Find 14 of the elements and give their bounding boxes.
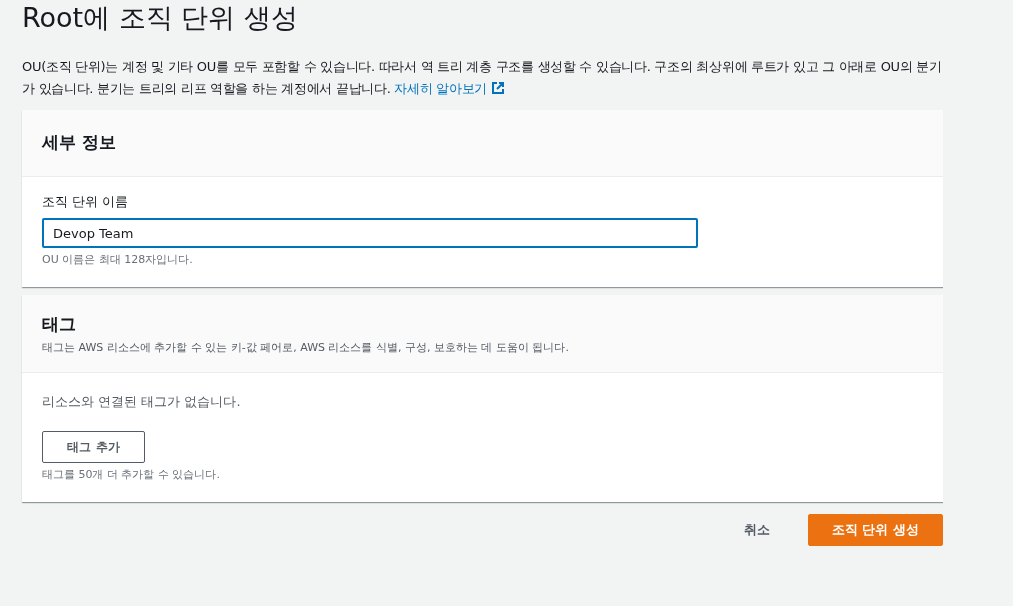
cancel-button[interactable]: 취소 (736, 521, 778, 539)
field-hint: OU 이름은 최대 128자입니다. (42, 252, 194, 267)
external-link-icon (490, 81, 505, 95)
empty-tags-text: 리소스와 연결된 태그가 없습니다. (42, 393, 242, 411)
name-input-field[interactable]: Devop Team (42, 218, 698, 248)
field-label: 조직 단위 이름 (42, 193, 130, 211)
panel-subtitle: 태그는 AWS 리소스에 추가할 수 있는 키-값 페어로, AWS 리소스를 식별, 구성, 보호하는 데 도움이 됩니다. (42, 340, 570, 355)
learn-more-link[interactable]: 자세히 알아보기 (394, 81, 505, 96)
tags-hint: 태그를 50개 더 추가할 수 있습니다. (42, 467, 221, 482)
description-text: OU(조직 단위)는 계정 및 기타 OU를 모두 포함할 수 있습니다. 따라서 역 트리 계층 구조를 생성할 수 있습니다. 구조의 최상위에 루트가 있고 그 아래로 OU의 분기가 있습니다. 분기는 트리의 리프 역할을 하는 계정에서 끝납니다. 자세히 알아보기 (22, 58, 943, 98)
panel-title: 세부 정보 (42, 131, 116, 154)
panel-title: 태그 (42, 313, 77, 336)
page-title: Root에 조직 단위 생성 (22, 1, 299, 35)
add-tag-button[interactable]: 태그 추가 (42, 431, 145, 463)
